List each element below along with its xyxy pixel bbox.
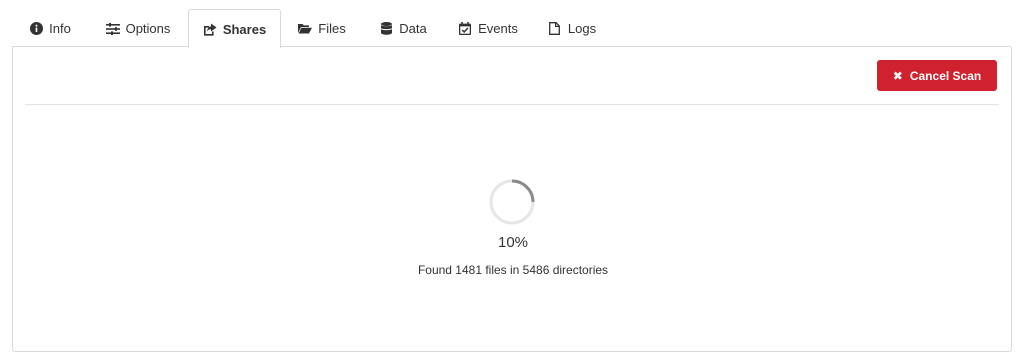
file-icon	[548, 22, 562, 36]
tab-shares[interactable]: Shares	[188, 9, 281, 48]
tab-label: Options	[125, 21, 171, 36]
tab-info[interactable]: Info	[12, 9, 88, 47]
progress-percent: 10%	[497, 234, 529, 251]
times-icon: ✖	[892, 68, 903, 83]
info-circle-icon	[29, 22, 43, 36]
tab-options[interactable]: Options	[88, 9, 188, 47]
divider	[25, 104, 999, 105]
spinner-arc	[511, 179, 535, 203]
scan-status-text: Found 1481 files in 5486 directories	[417, 263, 609, 277]
tab-files[interactable]: Files	[281, 9, 363, 47]
cancel-scan-button[interactable]: ✖ Cancel Scan	[877, 60, 997, 91]
tab-label: Shares	[222, 21, 267, 37]
tab-label: Info	[49, 21, 71, 36]
tab-label: Events	[478, 21, 518, 36]
calendar-check-icon	[458, 22, 472, 36]
tab-label: Data	[399, 21, 427, 36]
tab-logs[interactable]: Logs	[533, 9, 611, 47]
database-icon	[379, 22, 393, 36]
folder-open-icon	[298, 22, 313, 36]
tab-data[interactable]: Data	[363, 9, 443, 47]
shares-panel: ✖ Cancel Scan 10% Found 1481 files in 54…	[12, 46, 1012, 352]
progress-spinner	[489, 179, 535, 225]
share-icon	[203, 22, 217, 36]
tab-label: Files	[318, 21, 346, 36]
scan-view: Info Options Shares Files Data Events Lo…	[0, 0, 1024, 361]
cancel-scan-label: Cancel Scan	[909, 68, 982, 83]
tab-events[interactable]: Events	[443, 9, 533, 47]
tab-bar: Info Options Shares Files Data Events Lo…	[12, 9, 611, 48]
tab-label: Logs	[567, 21, 597, 36]
sliders-icon	[105, 22, 120, 36]
